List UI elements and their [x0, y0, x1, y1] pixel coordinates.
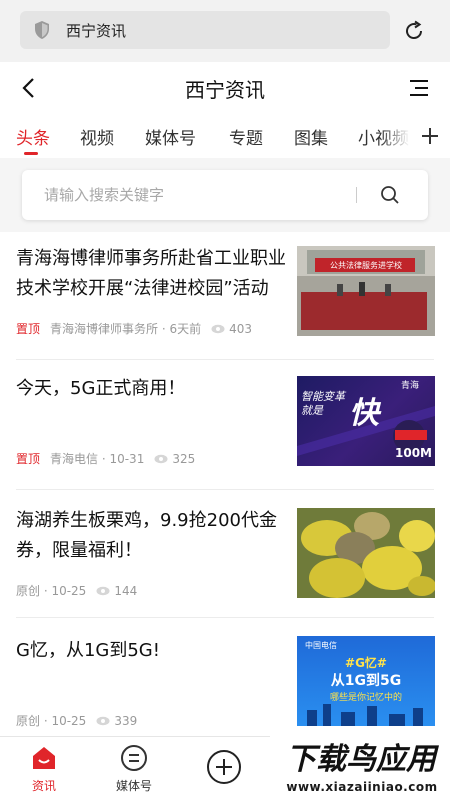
nav-publish[interactable] [184, 737, 264, 801]
news-title: 海湖养生板栗鸡，9.9抢200代金券，限量福利！ [16, 510, 277, 561]
news-thumbnail: 中国电信 #G忆# 从1G到5G 哪些是你记忆中的 [297, 636, 435, 726]
tab-media[interactable]: 媒体号 [145, 124, 196, 149]
view-count: 403 [211, 322, 252, 336]
news-meta: 原创 · 10-25 339 [16, 712, 137, 729]
thumbnail-skyline [307, 704, 423, 726]
eye-icon [96, 586, 110, 595]
news-title: 青海海博律师事务所赴省工业职业技术学校开展“法律进校园”活动 [16, 248, 286, 299]
search-section [0, 158, 450, 232]
add-channel-button[interactable] [410, 114, 450, 158]
news-source-time: 原创 · 10-25 [16, 714, 87, 728]
news-thumbnail [297, 508, 435, 598]
nav-label: 媒体号 [115, 779, 152, 793]
news-title: G忆，从1G到5G! [16, 640, 160, 661]
search-icon[interactable] [380, 185, 400, 205]
thumbnail-brand: 中国电信 [305, 641, 337, 650]
view-count: 144 [96, 584, 137, 598]
news-meta: 置顶 青海海博律师事务所 · 6天前 403 [16, 320, 252, 337]
svg-text:下载鸟应用: 下载鸟应用 [286, 742, 440, 776]
page-title: 西宁资讯 [185, 78, 265, 102]
tab-topics[interactable]: 专题 [229, 124, 263, 149]
thumbnail-badge: 100M [395, 446, 432, 460]
thumbnail-banner-text: 公共法律服务进学校 [330, 261, 402, 270]
news-meta: 原创 · 10-25 144 [16, 582, 137, 599]
address-text: 西宁资讯 [66, 21, 127, 40]
thumbnail-headline: 快 [349, 396, 379, 431]
thumbnail-caption: 智能变革 就是 [301, 390, 345, 417]
thumbnail-corner-text: 青海 [401, 381, 420, 391]
view-count: 339 [96, 714, 137, 728]
view-count-value: 325 [172, 451, 196, 466]
app-header: 西宁资讯 [0, 62, 450, 114]
thumbnail-headline: 从1G到5G [330, 673, 402, 689]
news-source-time: 原创 · 10-25 [16, 584, 87, 598]
search-box [22, 170, 428, 220]
watermark-url: www.xiazaiiniao.com [286, 780, 438, 794]
thumbnail-tag: #G忆# [345, 656, 387, 670]
plus-circle-icon [207, 750, 241, 784]
eye-icon [211, 324, 225, 333]
eye-icon [96, 716, 110, 725]
tab-headlines[interactable]: 头条 [16, 124, 50, 149]
menu-icon[interactable] [408, 77, 430, 99]
news-item[interactable]: 今天，5G正式商用！ 置顶 青海电信 · 10-31 325 智能变革 就是 快… [0, 360, 450, 490]
news-thumbnail: 智能变革 就是 快 青海 100M [297, 376, 435, 466]
news-title: 今天，5G正式商用！ [16, 378, 186, 399]
news-feed: 青海海博律师事务所赴省工业职业技术学校开展“法律进校园”活动 置顶 青海海博律师… [0, 232, 450, 736]
address-field[interactable]: 西宁资讯 [20, 11, 390, 49]
tab-video[interactable]: 视频 [80, 124, 114, 149]
news-source-time: 青海海博律师事务所 · 6天前 [50, 322, 202, 336]
news-meta: 置顶 青海电信 · 10-31 325 [16, 450, 195, 467]
shield-icon [35, 21, 49, 39]
watermark: 下载鸟应用 www.xiazaiiniao.com [270, 736, 450, 800]
news-item[interactable]: 海湖养生板栗鸡，9.9抢200代金券，限量福利！ 原创 · 10-25 144 [0, 490, 450, 618]
tabs-fade [380, 114, 410, 158]
view-count-value: 339 [114, 713, 138, 728]
media-icon [121, 745, 147, 771]
watermark-logo: 下载鸟应用 [276, 740, 446, 776]
nav-media[interactable]: 媒体号 [94, 737, 174, 801]
news-item[interactable]: G忆，从1G到5G! 原创 · 10-25 339 中国电信 #G忆# 从1G到… [0, 618, 450, 736]
home-icon [33, 747, 55, 769]
refresh-icon[interactable] [402, 19, 426, 43]
active-tab-indicator [24, 152, 38, 155]
plus-icon [422, 128, 438, 144]
view-count: 325 [154, 452, 195, 466]
nav-news[interactable]: 资讯 [4, 737, 84, 801]
search-input[interactable] [44, 170, 344, 220]
eye-icon [154, 454, 168, 463]
news-item[interactable]: 青海海博律师事务所赴省工业职业技术学校开展“法律进校园”活动 置顶 青海海博律师… [0, 232, 450, 360]
browser-url-bar: 西宁资讯 [0, 0, 450, 62]
tab-gallery[interactable]: 图集 [294, 124, 328, 149]
channel-tabs: 头条 视频 媒体号 专题 图集 小视频 [0, 114, 450, 158]
pinned-tag: 置顶 [16, 322, 41, 336]
view-count-value: 403 [229, 321, 253, 336]
nav-label: 资讯 [31, 779, 56, 793]
view-count-value: 144 [114, 583, 138, 598]
pinned-tag: 置顶 [16, 452, 41, 466]
search-divider [356, 187, 357, 203]
news-source-time: 青海电信 · 10-31 [50, 452, 145, 466]
